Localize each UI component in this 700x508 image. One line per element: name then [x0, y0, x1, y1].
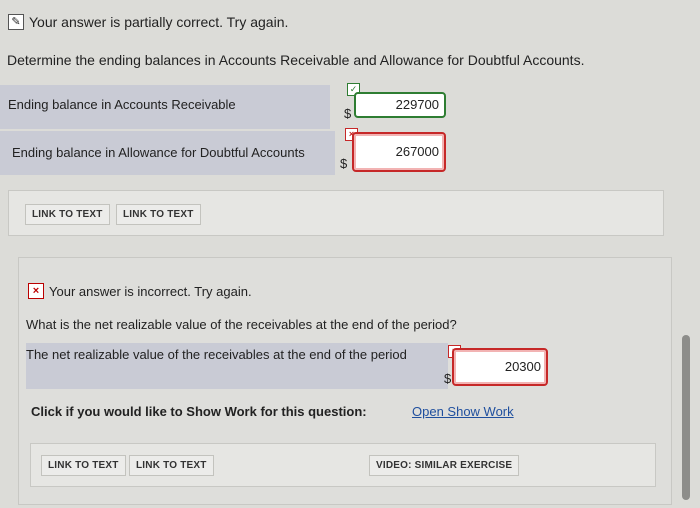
allowance-row: Ending balance in Allowance for Doubtful…: [0, 131, 335, 175]
nrv-answer-input[interactable]: 20300: [452, 348, 548, 386]
part1-link-to-text-2[interactable]: LINK TO TEXT: [116, 204, 201, 225]
allowance-answer-input[interactable]: 267000: [352, 132, 446, 172]
ar-row: Ending balance in Accounts Receivable: [0, 85, 330, 129]
ar-label: Ending balance in Accounts Receivable: [8, 97, 236, 112]
open-show-work-link[interactable]: Open Show Work: [412, 404, 514, 419]
vertical-scrollbar[interactable]: [682, 335, 690, 500]
allowance-label: Ending balance in Allowance for Doubtful…: [12, 145, 305, 160]
x-icon: ×: [28, 283, 44, 299]
part1-status-text: Your answer is partially correct. Try ag…: [29, 14, 289, 30]
part1-link-to-text-1[interactable]: LINK TO TEXT: [25, 204, 110, 225]
part1-status: ✎ Your answer is partially correct. Try …: [8, 14, 288, 30]
show-work-prompt: Click if you would like to Show Work for…: [31, 404, 367, 419]
part2-link-to-text-2[interactable]: LINK TO TEXT: [129, 455, 214, 476]
nrv-row: The net realizable value of the receivab…: [26, 343, 448, 389]
part2-question: What is the net realizable value of the …: [26, 317, 457, 332]
nrv-label: The net realizable value of the receivab…: [26, 347, 407, 362]
allowance-currency: $: [340, 156, 348, 171]
video-similar-exercise-button[interactable]: VIDEO: SIMILAR EXERCISE: [369, 455, 520, 476]
nrv-currency: $: [444, 371, 452, 386]
part2-status-text: Your answer is incorrect. Try again.: [49, 283, 252, 299]
part1-question: Determine the ending balances in Account…: [7, 52, 585, 68]
ar-currency: $: [344, 106, 352, 121]
part2-status: × Your answer is incorrect. Try again.: [28, 283, 252, 299]
part2-link-bar: LINK TO TEXT LINK TO TEXT VIDEO: SIMILAR…: [30, 443, 656, 487]
part1-link-bar: LINK TO TEXT LINK TO TEXT: [8, 190, 664, 236]
ar-answer-input[interactable]: 229700: [354, 92, 446, 118]
part2-link-to-text-1[interactable]: LINK TO TEXT: [41, 455, 126, 476]
pencil-icon: ✎: [8, 14, 24, 30]
